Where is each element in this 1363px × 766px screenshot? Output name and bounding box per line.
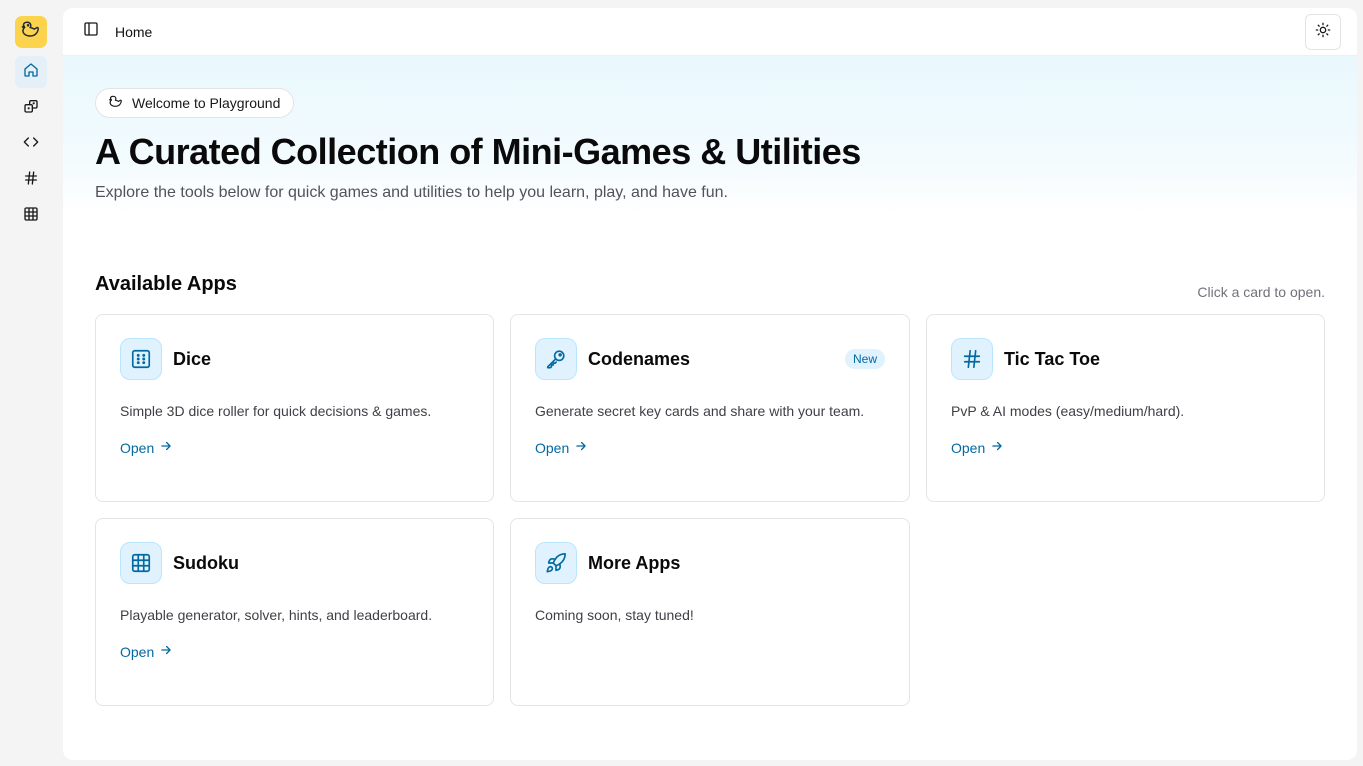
- arrow-right-icon: [154, 643, 173, 660]
- hero-section: Welcome to Playground A Curated Collecti…: [63, 56, 1357, 216]
- duck-icon: [20, 19, 42, 46]
- hash-icon: [951, 338, 993, 380]
- code-icon: [23, 134, 39, 155]
- hero-subtitle: Explore the tools below for quick games …: [95, 183, 728, 201]
- open-label: Open: [535, 439, 570, 456]
- section-title: Available Apps: [95, 273, 237, 295]
- sidebar-item-dice[interactable]: [15, 92, 47, 124]
- sidebar-toggle-button[interactable]: [81, 22, 101, 42]
- welcome-badge: Welcome to Playground: [95, 88, 295, 118]
- arrow-right-icon: [985, 439, 1004, 456]
- sidebar-item-code[interactable]: [15, 128, 47, 160]
- card-description: PvP & AI modes (easy/medium/hard).: [951, 403, 1185, 419]
- open-link[interactable]: Open: [120, 439, 173, 456]
- grid-icon: [120, 542, 162, 584]
- hero-title: A Curated Collection of Mini-Games & Uti…: [95, 131, 861, 172]
- card-title: More Apps: [588, 552, 681, 573]
- apps-section: Available Apps Click a card to open. Dic…: [63, 270, 1357, 706]
- dice-icon: [23, 98, 39, 119]
- open-label: Open: [120, 643, 155, 660]
- card-title: Tic Tac Toe: [1004, 348, 1101, 369]
- theme-toggle-button[interactable]: [1305, 14, 1341, 50]
- sidebar-item-grid[interactable]: [15, 200, 47, 232]
- section-hint: Click a card to open.: [1197, 284, 1325, 300]
- top-bar: Home: [63, 8, 1357, 56]
- app-card-more-apps[interactable]: More Apps Coming soon, stay tuned!: [510, 518, 910, 706]
- card-title: Dice: [173, 348, 212, 369]
- key-icon: [535, 338, 577, 380]
- card-description: Simple 3D dice roller for quick decision…: [120, 403, 432, 419]
- main-panel: Home Welcome to Playground A Curated Col…: [63, 8, 1357, 760]
- arrow-right-icon: [569, 439, 588, 456]
- card-description: Playable generator, solver, hints, and l…: [120, 607, 433, 623]
- sidebar: [0, 0, 62, 766]
- open-link[interactable]: Open: [120, 643, 173, 660]
- sidebar-item-hash[interactable]: [15, 164, 47, 196]
- dice-icon: [120, 338, 162, 380]
- card-title: Sudoku: [173, 552, 239, 573]
- duck-icon: [108, 94, 132, 113]
- grid-icon: [23, 206, 39, 227]
- welcome-label: Welcome to Playground: [132, 95, 281, 111]
- sidebar-toggle-icon: [83, 21, 99, 42]
- app-logo[interactable]: [15, 16, 47, 48]
- open-label: Open: [951, 439, 986, 456]
- app-card-sudoku[interactable]: Sudoku Playable generator, solver, hints…: [95, 518, 494, 706]
- open-link[interactable]: Open: [535, 439, 588, 456]
- app-card-codenames[interactable]: Codenames New Generate secret key cards …: [510, 314, 910, 502]
- sidebar-item-home[interactable]: [15, 56, 47, 88]
- app-card-dice[interactable]: Dice Simple 3D dice roller for quick dec…: [95, 314, 494, 502]
- sun-icon: [1315, 22, 1331, 43]
- open-label: Open: [120, 439, 155, 456]
- card-description: Generate secret key cards and share with…: [535, 403, 865, 419]
- home-icon: [23, 62, 39, 83]
- app-card-tic-tac-toe[interactable]: Tic Tac Toe PvP & AI modes (easy/medium/…: [926, 314, 1325, 502]
- card-description: Coming soon, stay tuned!: [535, 607, 694, 623]
- new-badge: New: [844, 349, 885, 369]
- card-title: Codenames: [588, 348, 691, 369]
- rocket-icon: [535, 542, 577, 584]
- page-title: Home: [115, 23, 153, 40]
- arrow-right-icon: [154, 439, 173, 456]
- open-link[interactable]: Open: [951, 439, 1004, 456]
- hash-icon: [23, 170, 39, 191]
- apps-grid: Dice Simple 3D dice roller for quick dec…: [95, 314, 1325, 706]
